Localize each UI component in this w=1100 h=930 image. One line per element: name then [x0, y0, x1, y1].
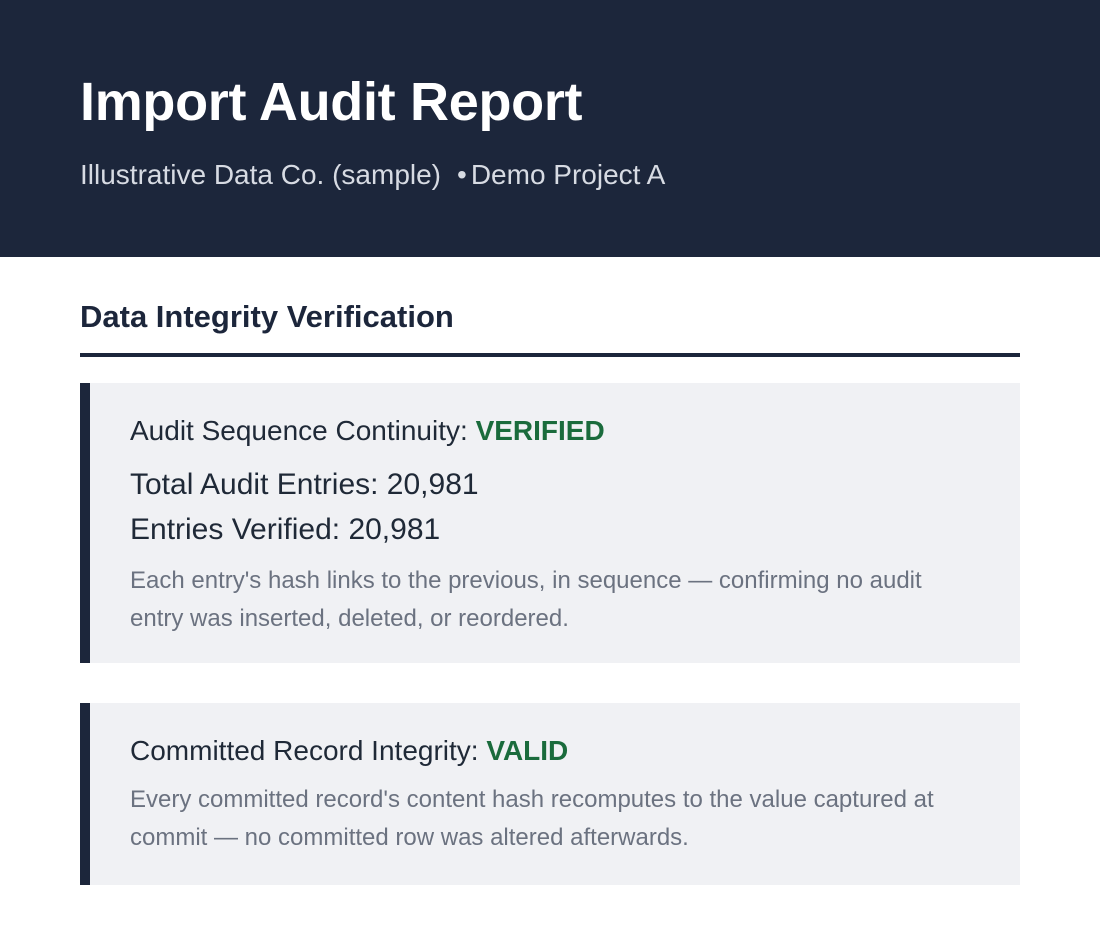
record-integrity-label: Committed Record Integrity:	[130, 735, 479, 766]
project-name: Demo Project A	[470, 159, 666, 190]
record-integrity-note: Every committed record's content hash re…	[130, 786, 934, 851]
report-body: Data Integrity Verification Audit Sequen…	[0, 298, 1100, 885]
report-title: Import Audit Report	[80, 72, 583, 132]
organization-name: Illustrative Data Co. (sample)	[80, 159, 442, 190]
section-title: Data Integrity Verification	[80, 298, 1020, 357]
audit-sequence-note: Each entry's hash links to the previous,…	[130, 567, 922, 632]
entries-verified: Entries Verified: 20,981	[130, 513, 441, 546]
report-header: Import Audit Report Illustrative Data Co…	[0, 0, 1100, 257]
audit-sequence-label: Audit Sequence Continuity:	[130, 415, 468, 446]
audit-sequence-status-line: Audit Sequence Continuity: VERIFIED	[130, 413, 980, 449]
record-integrity-status-line: Committed Record Integrity: VALID	[130, 733, 980, 769]
audit-sequence-card: Audit Sequence Continuity: VERIFIED Tota…	[80, 383, 1020, 663]
audit-sequence-status: VERIFIED	[475, 415, 605, 446]
subtitle-separator: •	[457, 159, 467, 190]
record-integrity-card: Committed Record Integrity: VALID Every …	[80, 703, 1020, 885]
record-integrity-status: VALID	[486, 735, 569, 766]
total-audit-entries: Total Audit Entries: 20,981	[130, 468, 479, 501]
report-subtitle: Illustrative Data Co. (sample) • Demo Proj…	[80, 158, 1020, 192]
